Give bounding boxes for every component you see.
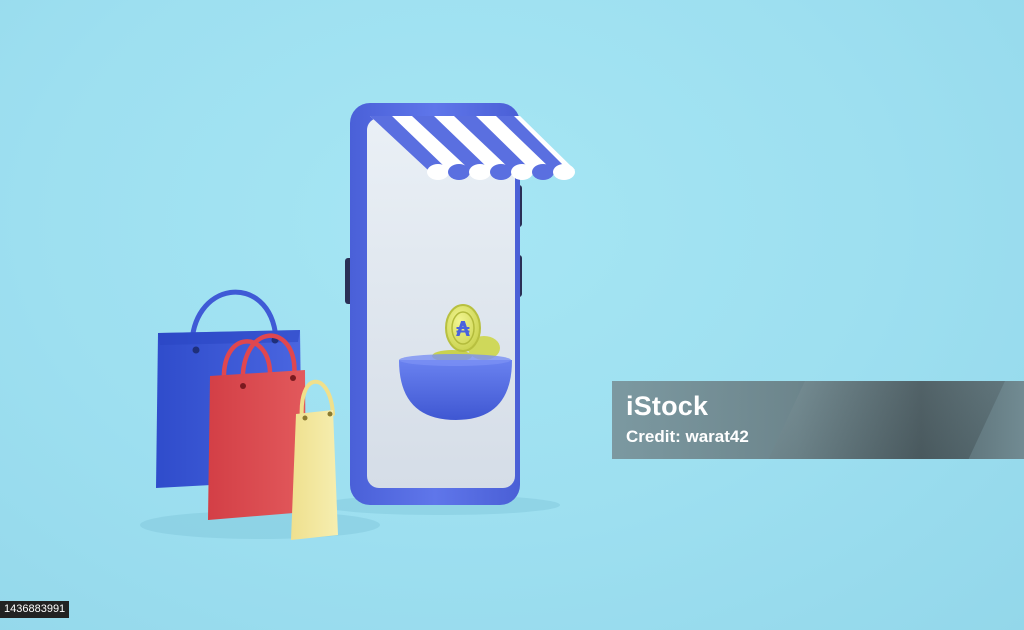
watermark-logo-text: iStock bbox=[626, 391, 709, 421]
coin-symbol: ₳ bbox=[456, 317, 470, 341]
stock-watermark: iStock Credit: warat42 bbox=[612, 381, 1024, 459]
product-image: ₳ iStock Credit: warat42 1436883991 bbox=[0, 0, 1024, 630]
shopping-illustration: ₳ bbox=[140, 103, 575, 540]
watermark-credit: Credit: warat42 bbox=[626, 427, 749, 446]
image-id-label: 1436883991 bbox=[0, 601, 70, 618]
watermark-decoration bbox=[758, 381, 1010, 459]
